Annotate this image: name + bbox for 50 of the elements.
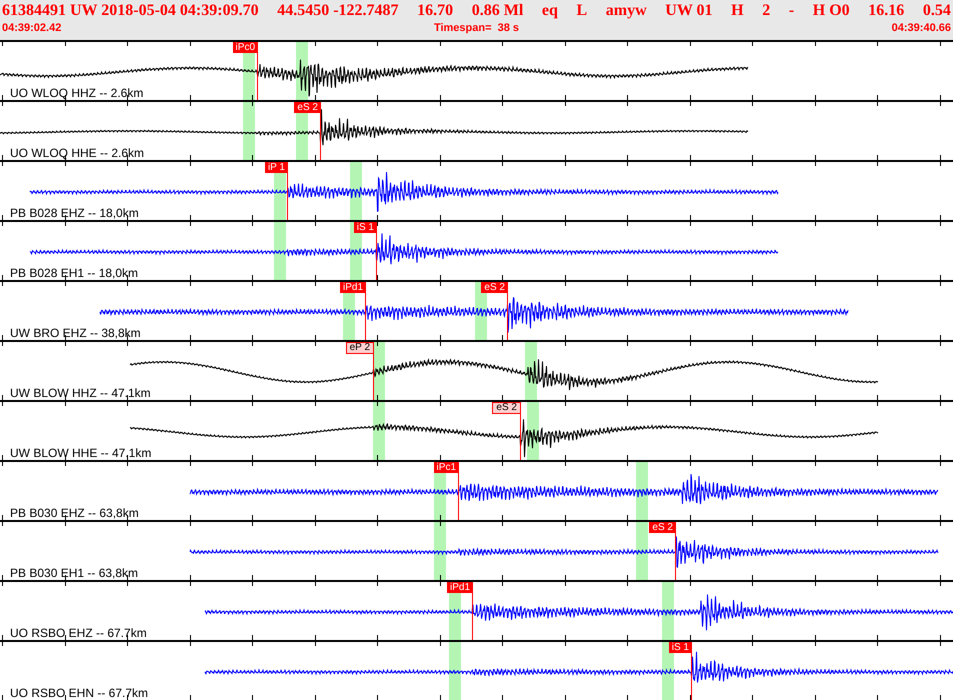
- event-field: 61384491 UW 2018-05-04 04:39:09.70: [2, 0, 259, 21]
- phase-pick-flag[interactable]: iPd1: [340, 282, 366, 293]
- pick-window: [636, 462, 648, 520]
- phase-pick-flag[interactable]: iPd1: [446, 582, 473, 593]
- phase-pick-flag[interactable]: eS 2: [294, 102, 321, 113]
- event-field: UW 01: [665, 0, 713, 21]
- pick-window: [662, 642, 674, 700]
- event-field: eq: [542, 0, 558, 21]
- event-field: 2: [762, 0, 770, 21]
- pick-window: [243, 102, 255, 160]
- event-field: 16.70: [417, 0, 454, 21]
- event-field: -: [788, 0, 794, 21]
- station-label: PB B028 EH1 -- 18,0km: [10, 267, 138, 280]
- event-field: 44.5450 -122.7487: [277, 0, 399, 21]
- event-field: 0.54: [922, 0, 951, 21]
- event-field: 16.16: [868, 0, 904, 21]
- phase-pick-flag[interactable]: eS 2: [481, 282, 508, 293]
- pick-window: [434, 522, 446, 580]
- end-time: 04:39:40.66: [892, 21, 951, 35]
- station-label: UO RSBO EHZ -- 67.7km: [10, 627, 147, 640]
- phase-pick-flag[interactable]: iP 1: [264, 162, 288, 173]
- pick-window: [373, 402, 385, 460]
- event-field: H O0: [812, 0, 850, 21]
- phase-pick-flag[interactable]: eP 2: [346, 342, 374, 354]
- event-field: H: [731, 0, 744, 21]
- phase-pick-flag[interactable]: iPc1: [434, 462, 459, 473]
- station-label: UO WLOQ HHZ -- 2.6km: [10, 87, 144, 100]
- station-label: UO WLOQ HHE -- 2.6km: [10, 147, 144, 160]
- pick-window: [274, 222, 286, 280]
- phase-pick-flag[interactable]: eS 2: [492, 402, 521, 414]
- station-label: UW BLOW HHE -- 47.1km: [10, 447, 152, 460]
- start-time: 04:39:02.42: [2, 21, 62, 35]
- pick-window: [636, 522, 648, 580]
- station-label: UW BLOW HHZ -- 47.1km: [10, 387, 151, 400]
- event-field: 0.86 Ml: [472, 0, 524, 21]
- timespan-text: Timespan= 38 s: [434, 21, 520, 35]
- station-label: PB B030 EH1 -- 63,8km: [10, 567, 138, 580]
- pick-window: [350, 162, 362, 220]
- station-label: PB B030 EHZ -- 63,8km: [10, 507, 139, 520]
- phase-pick-flag[interactable]: iPc0: [232, 42, 258, 53]
- phase-pick-flag[interactable]: iS 1: [354, 222, 377, 233]
- station-label: PB B028 EHZ -- 18,0km: [10, 207, 139, 220]
- pick-window: [662, 582, 674, 640]
- station-label: UW BRO EHZ -- 38,8km: [10, 327, 141, 340]
- event-field: L: [576, 0, 588, 21]
- phase-pick-flag[interactable]: eS 2: [649, 522, 676, 533]
- phase-pick-flag[interactable]: iS 1: [668, 642, 692, 653]
- station-label: UO RSBO EHN -- 67.7km: [10, 687, 148, 700]
- event-field: amyw: [606, 0, 647, 21]
- pick-window: [449, 642, 461, 700]
